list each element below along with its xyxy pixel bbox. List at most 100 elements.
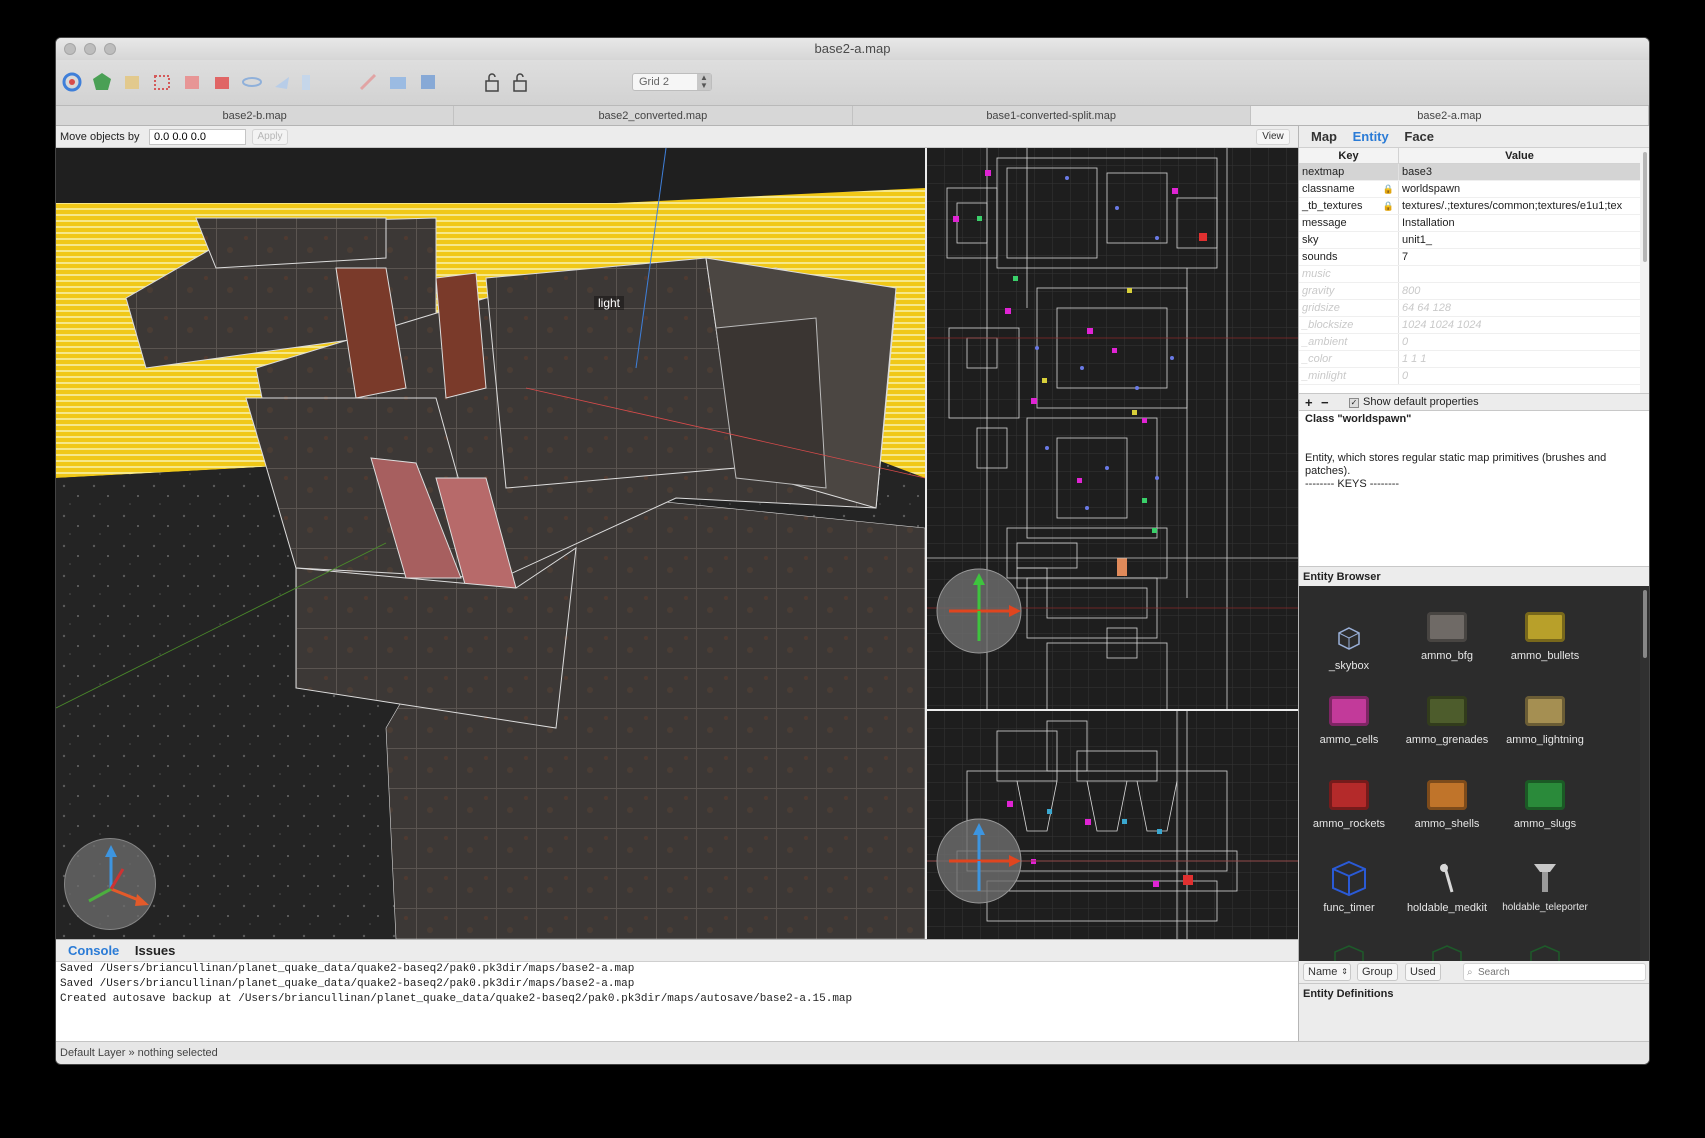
table-row[interactable]: nextmap base3 <box>1299 164 1640 181</box>
front-view-map <box>927 711 1298 939</box>
move-objects-input[interactable] <box>149 129 246 145</box>
entity-item-ammo-grenades[interactable]: ammo_grenades <box>1397 690 1497 746</box>
vertex-icon[interactable] <box>90 70 114 94</box>
tab-face[interactable]: Face <box>1404 129 1434 144</box>
view-button[interactable]: View <box>1256 129 1290 145</box>
brush-solid-icon[interactable] <box>210 70 234 94</box>
table-row[interactable]: gridsize 64 64 128 <box>1299 300 1640 317</box>
document-tabs: base2-b.map base2_converted.map base1-co… <box>56 106 1649 126</box>
remove-property-button[interactable]: − <box>1321 394 1329 411</box>
shear-icon[interactable] <box>416 70 440 94</box>
property-value[interactable] <box>1399 266 1640 282</box>
entity-search-input[interactable] <box>1463 963 1646 981</box>
grid-size-select[interactable]: Grid 2 ▲ ▼ <box>632 73 712 91</box>
ammo-box-icon <box>1520 690 1570 730</box>
table-row[interactable]: music <box>1299 266 1640 283</box>
ammo-box-icon <box>1324 774 1374 814</box>
inspector-panel: Map Entity Face Key Value nextmap base3 c… <box>1298 126 1649 1041</box>
entity-item-ammo-slugs[interactable]: ammo_slugs <box>1495 774 1595 830</box>
table-row[interactable]: _color 1 1 1 <box>1299 351 1640 368</box>
axis-gizmo-3d <box>64 838 156 930</box>
entity-item-ammo-bullets[interactable]: ammo_bullets <box>1495 606 1595 662</box>
entity-item-ammo-bfg[interactable]: ammo_bfg <box>1397 606 1497 662</box>
table-row[interactable]: sounds 7 <box>1299 249 1640 266</box>
tab-issues[interactable]: Issues <box>135 943 175 958</box>
sort-name-select[interactable]: Name ⇕ <box>1303 963 1351 981</box>
property-value[interactable]: 7 <box>1399 249 1640 265</box>
table-row[interactable]: gravity 800 <box>1299 283 1640 300</box>
table-row[interactable]: _minlight 0 <box>1299 368 1640 385</box>
table-row[interactable]: sky unit1_ <box>1299 232 1640 249</box>
property-value[interactable]: 1024 1024 1024 <box>1399 317 1640 333</box>
table-row[interactable]: _blocksize 1024 1024 1024 <box>1299 317 1640 334</box>
show-default-checkbox[interactable]: ✓ <box>1349 398 1359 408</box>
table-row[interactable]: _ambient 0 <box>1299 334 1640 351</box>
tab-map[interactable]: Map <box>1311 129 1337 144</box>
viewport-3d[interactable]: light <box>56 148 925 939</box>
texture-lock-icon[interactable] <box>356 70 380 94</box>
close-window-button[interactable] <box>64 43 76 55</box>
tab-base2-b[interactable]: base2-b.map <box>56 106 455 125</box>
property-value[interactable]: 1 1 1 <box>1399 351 1640 367</box>
property-value[interactable]: 0 <box>1399 368 1640 384</box>
used-toggle-button[interactable]: Used <box>1405 963 1441 981</box>
column-key[interactable]: Key <box>1299 148 1399 163</box>
tab-console[interactable]: Console <box>68 943 119 958</box>
brush-icon[interactable] <box>150 70 174 94</box>
property-value[interactable]: unit1_ <box>1399 232 1640 248</box>
lock-icon: 🔒 <box>1382 184 1394 194</box>
lock-icon[interactable] <box>480 70 504 94</box>
entity-item-label: func_timer <box>1323 902 1375 914</box>
entity-item-holdable-medkit[interactable]: holdable_medkit <box>1397 858 1497 914</box>
entity-browser-scrollbar[interactable] <box>1640 586 1649 961</box>
entity-item-ammo-lightning[interactable]: ammo_lightning <box>1495 690 1595 746</box>
entity-item-func-timer[interactable]: func_timer <box>1299 858 1399 914</box>
tab-base2-a[interactable]: base2-a.map <box>1250 106 1649 125</box>
property-value[interactable]: 0 <box>1399 334 1640 350</box>
rotate-cw-icon[interactable] <box>270 70 294 94</box>
zoom-window-button[interactable] <box>104 43 116 55</box>
property-value[interactable]: 800 <box>1399 283 1640 299</box>
entity-item-ammo-rockets[interactable]: ammo_rockets <box>1299 774 1399 830</box>
trash-icon[interactable] <box>294 70 318 94</box>
entity-item-ammo-cells[interactable]: ammo_cells <box>1299 690 1399 746</box>
tab-base2-converted[interactable]: base2_converted.map <box>454 106 853 125</box>
tab-base1-converted-split[interactable]: base1-converted-split.map <box>853 106 1251 125</box>
entity-item-skybox[interactable]: _skybox <box>1299 616 1399 672</box>
toolbar: Grid 2 ▲ ▼ <box>56 60 1649 106</box>
move-objects-bar: Move objects by Apply View <box>56 126 1298 148</box>
column-value[interactable]: Value <box>1399 148 1640 163</box>
property-value[interactable]: worldspawn <box>1399 181 1640 197</box>
entity-item-ammo-shells[interactable]: ammo_shells <box>1397 774 1497 830</box>
property-value[interactable]: 64 64 128 <box>1399 300 1640 316</box>
flip-icon[interactable] <box>240 70 264 94</box>
viewport-2d-top[interactable] <box>927 148 1298 709</box>
entity-row-partial <box>1334 945 1560 961</box>
properties-scrollbar[interactable] <box>1640 148 1649 393</box>
clip-icon[interactable] <box>120 70 144 94</box>
minimize-window-button[interactable] <box>84 43 96 55</box>
group-toggle-button[interactable]: Group <box>1357 963 1398 981</box>
class-description: Entity, which stores regular static map … <box>1305 452 1607 477</box>
entity-browser-title: Entity Browser <box>1299 566 1649 586</box>
lock-uv-icon[interactable] <box>508 70 532 94</box>
rotate-icon[interactable] <box>60 70 84 94</box>
uv-icon[interactable] <box>386 70 410 94</box>
chevron-updown-icon: ▲ ▼ <box>697 74 711 90</box>
apply-button[interactable]: Apply <box>252 129 288 145</box>
title-bar: base2-a.map <box>56 38 1649 60</box>
table-row[interactable]: _tb_textures 🔒 textures/.;textures/common;… <box>1299 198 1640 215</box>
brush-red-icon[interactable] <box>180 70 204 94</box>
table-row[interactable]: message Installation <box>1299 215 1640 232</box>
viewport-2d-front[interactable] <box>927 711 1298 939</box>
table-row[interactable]: classname 🔒 worldspawn <box>1299 181 1640 198</box>
tab-entity[interactable]: Entity <box>1353 129 1389 144</box>
property-value[interactable]: textures/.;textures/common;textures/e1u1… <box>1399 198 1640 214</box>
property-value[interactable]: base3 <box>1399 164 1640 180</box>
property-controls: + − ✓ Show default properties <box>1299 393 1649 411</box>
entity-item-holdable-teleporter[interactable]: holdable_teleporter <box>1495 858 1595 913</box>
property-value[interactable]: Installation <box>1399 215 1640 231</box>
entity-item-label: ammo_bullets <box>1510 650 1580 662</box>
property-key: _ambient <box>1299 334 1399 350</box>
add-property-button[interactable]: + <box>1305 394 1313 411</box>
